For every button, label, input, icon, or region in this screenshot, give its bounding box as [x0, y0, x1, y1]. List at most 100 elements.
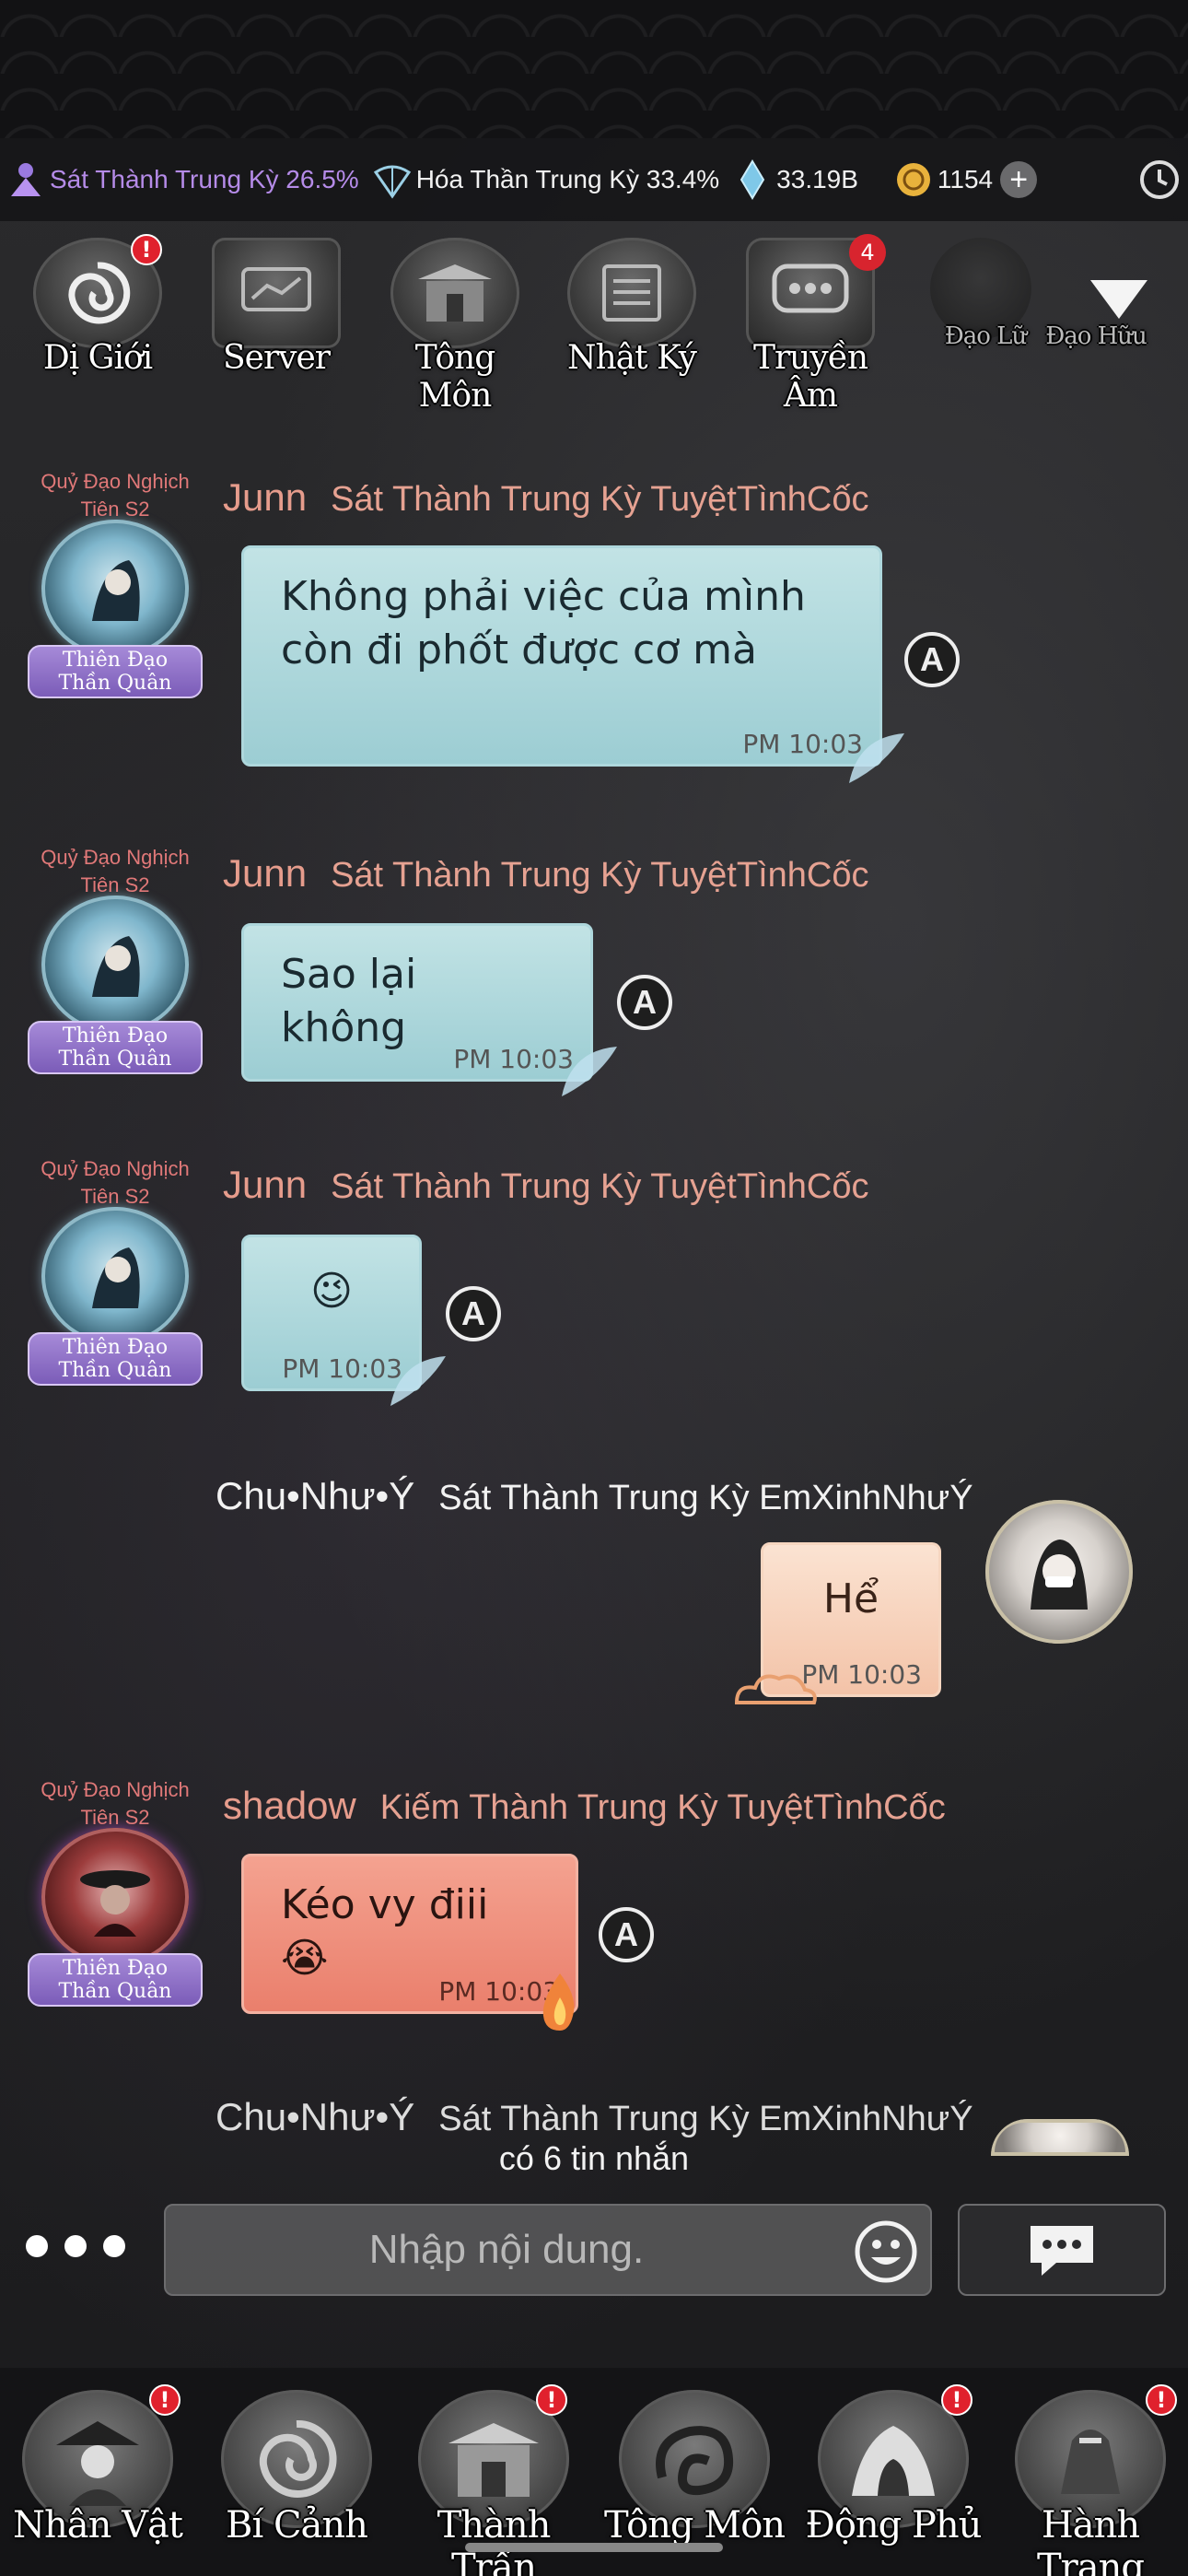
message-bubble[interactable]: Kéo vy điii 😭 PM 10:03 [241, 1854, 578, 2014]
nav-label: Bí Cảnh [226, 2504, 368, 2547]
message-text: Hể [822, 1575, 879, 1622]
sender-avatar-block[interactable]: Quỷ Đạo Nghịch Tiên S2 Thiên Đạo Thần Qu… [28, 1776, 203, 2007]
sender-name-line: Chu•Như•Ý Sát Thành Trung Kỳ EmXinhNhưÝ [215, 1474, 973, 1518]
crystal-amount: 33.19B [776, 165, 858, 193]
menu-server[interactable]: Server [203, 230, 350, 378]
message-text: Sao lại không [281, 951, 417, 1051]
sender-name-line: Junn Sát Thành Trung Kỳ TuyệtTìnhCốc [223, 1163, 868, 1207]
coin-currency[interactable]: 1154 + [893, 159, 1038, 200]
message-text-line: Không phải việc của mình [281, 573, 806, 620]
rank-badge: Thiên Đạo Thần Quân [28, 1332, 203, 1386]
menu-label: Dị Giới [42, 339, 153, 377]
message-text: Kéo vy điii 😭 [281, 1881, 489, 1982]
nav-dong-phu[interactable]: ! Động Phủ [801, 2377, 985, 2561]
avatar[interactable] [41, 896, 189, 1034]
realm-progress-1[interactable]: Sát Thành Trung Kỳ 26.5% [6, 159, 359, 200]
fan-icon [372, 159, 413, 200]
coin-icon [893, 159, 934, 200]
message-bubble[interactable]: Sao lại không PM 10:03 [241, 923, 593, 1082]
cloud-icon [728, 1666, 820, 1715]
avatar[interactable] [985, 1500, 1133, 1644]
translate-a-icon[interactable]: A [617, 975, 672, 1030]
unread-count-badge: 4 [849, 234, 886, 271]
sender-name-line: Chu•Như•Ý Sát Thành Trung Kỳ EmXinhNhưÝ [215, 2095, 973, 2139]
dot [64, 2235, 87, 2257]
cultivator-icon [6, 159, 46, 200]
nav-tong-mon[interactable]: Tông Môn [602, 2377, 786, 2561]
sender-name: shadow [223, 1784, 356, 1827]
menu-label: Truyền Âm [752, 339, 868, 415]
send-chat-icon [1031, 2226, 1093, 2276]
collapse-menu-icon[interactable] [1087, 276, 1151, 322]
realm-progress-1-text: Sát Thành Trung Kỳ 26.5% [50, 165, 359, 193]
crystal-currency[interactable]: 33.19B [732, 159, 858, 200]
sender-name: Chu•Như•Ý [215, 1474, 415, 1517]
sender-info: Sát Thành Trung Kỳ EmXinhNhưÝ [438, 1479, 973, 1517]
sender-name: Junn [223, 475, 308, 519]
chat-input-container [164, 2204, 932, 2296]
translate-a-icon[interactable]: A [599, 1907, 654, 1962]
realm-progress-2-text: Hóa Thần Trung Kỳ 33.4% [415, 165, 720, 193]
dot [103, 2235, 125, 2257]
avatar[interactable] [41, 1828, 189, 1966]
sender-name-line: Junn Sát Thành Trung Kỳ TuyệtTìnhCốc [223, 475, 868, 520]
status-bar-background [0, 0, 1188, 138]
butterfly-icon [381, 1351, 455, 1419]
player-title: Quỷ Đạo Nghịch Tiên S2 [41, 1157, 190, 1208]
menu-label: Nhật Ký [567, 339, 697, 377]
realm-progress-2[interactable]: Hóa Thần Trung Kỳ 33.4% [372, 159, 719, 200]
translate-a-icon[interactable]: A [446, 1286, 501, 1341]
clock-icon[interactable] [1138, 158, 1181, 201]
menu-label: Tông Môn [414, 339, 496, 415]
sender-info: Sát Thành Trung Kỳ TuyệtTìnhCốc [331, 480, 869, 519]
sender-avatar-block[interactable]: Quỷ Đạo Nghịch Tiên S2 Thiên Đạo Thần Qu… [28, 468, 203, 698]
wink-emoji: 😉 [310, 1268, 353, 1315]
crystal-icon [732, 159, 773, 200]
send-button[interactable] [958, 2204, 1166, 2296]
sender-name-line: shadow Kiếm Thành Trung Kỳ TuyệtTìnhCốc [223, 1784, 946, 1828]
sender-name: Chu•Như•Ý [215, 2095, 415, 2138]
sender-avatar-block[interactable]: Quỷ Đạo Nghịch Tiên S2 Thiên Đạo Thần Qu… [28, 1155, 203, 1386]
menu-di-gioi[interactable]: ! Dị Giới [24, 230, 171, 378]
server-icon [212, 238, 341, 348]
more-options-button[interactable] [26, 2228, 136, 2265]
dot [26, 2235, 48, 2257]
alert-badge: ! [941, 2384, 973, 2416]
translate-a-icon[interactable]: A [904, 632, 960, 687]
coin-amount: 1154 [937, 165, 994, 193]
flame-icon [532, 1970, 588, 2038]
add-currency-button[interactable]: + [1000, 161, 1038, 198]
player-title: Quỷ Đạo Nghịch Tiên S2 [41, 1778, 190, 1829]
nav-bi-canh[interactable]: Bí Cảnh [204, 2377, 389, 2561]
nav-label: Động Phủ [805, 2504, 983, 2547]
avatar[interactable] [41, 520, 189, 658]
avatar[interactable] [41, 1207, 189, 1345]
sender-info: Sát Thành Trung Kỳ TuyệtTìnhCốc [331, 1167, 869, 1206]
nav-nhan-vat[interactable]: ! Nhân Vật [6, 2377, 190, 2561]
top-menu: ! Dị Giới Server Tông Môn Nhật Ký 4 Truy… [0, 221, 1188, 415]
sender-name: Junn [223, 1163, 308, 1206]
menu-nhat-ky[interactable]: Nhật Ký [558, 230, 705, 378]
sender-name-line: Junn Sát Thành Trung Kỳ TuyệtTìnhCốc [223, 851, 868, 896]
chat-input[interactable] [166, 2206, 847, 2294]
alert-badge: ! [1146, 2384, 1177, 2416]
new-messages-indicator[interactable]: có 6 tin nhắn [0, 2139, 1188, 2178]
butterfly-icon [553, 1041, 626, 1109]
sender-info: Sát Thành Trung Kỳ TuyệtTìnhCốc [331, 856, 869, 895]
rank-badge: Thiên Đạo Thần Quân [28, 1021, 203, 1074]
emoji-icon[interactable] [853, 2219, 919, 2285]
rank-badge: Thiên Đạo Thần Quân [28, 645, 203, 698]
menu-tong-mon[interactable]: Tông Môn [381, 230, 529, 415]
message-bubble[interactable]: Không phải việc của mình còn đi phốt đượ… [241, 545, 882, 767]
sender-avatar-block[interactable]: Quỷ Đạo Nghịch Tiên S2 Thiên Đạo Thần Qu… [28, 844, 203, 1074]
resource-bar: Sát Thành Trung Kỳ 26.5% Hóa Thần Trung … [0, 138, 1188, 221]
menu-label: Đạo Hữu [1045, 322, 1147, 350]
nav-hanh-trang[interactable]: ! Hành Trang [998, 2377, 1182, 2576]
sect-gate-icon [390, 238, 519, 348]
player-title: Quỷ Đạo Nghịch Tiên S2 [41, 470, 190, 521]
butterfly-icon [840, 728, 914, 796]
home-indicator[interactable] [465, 2543, 723, 2552]
menu-truyen-am[interactable]: 4 Truyền Âm [737, 230, 886, 415]
nav-thanh-tran[interactable]: ! Thành Trấn [402, 2377, 586, 2576]
nav-label: Nhân Vật [13, 2504, 183, 2547]
